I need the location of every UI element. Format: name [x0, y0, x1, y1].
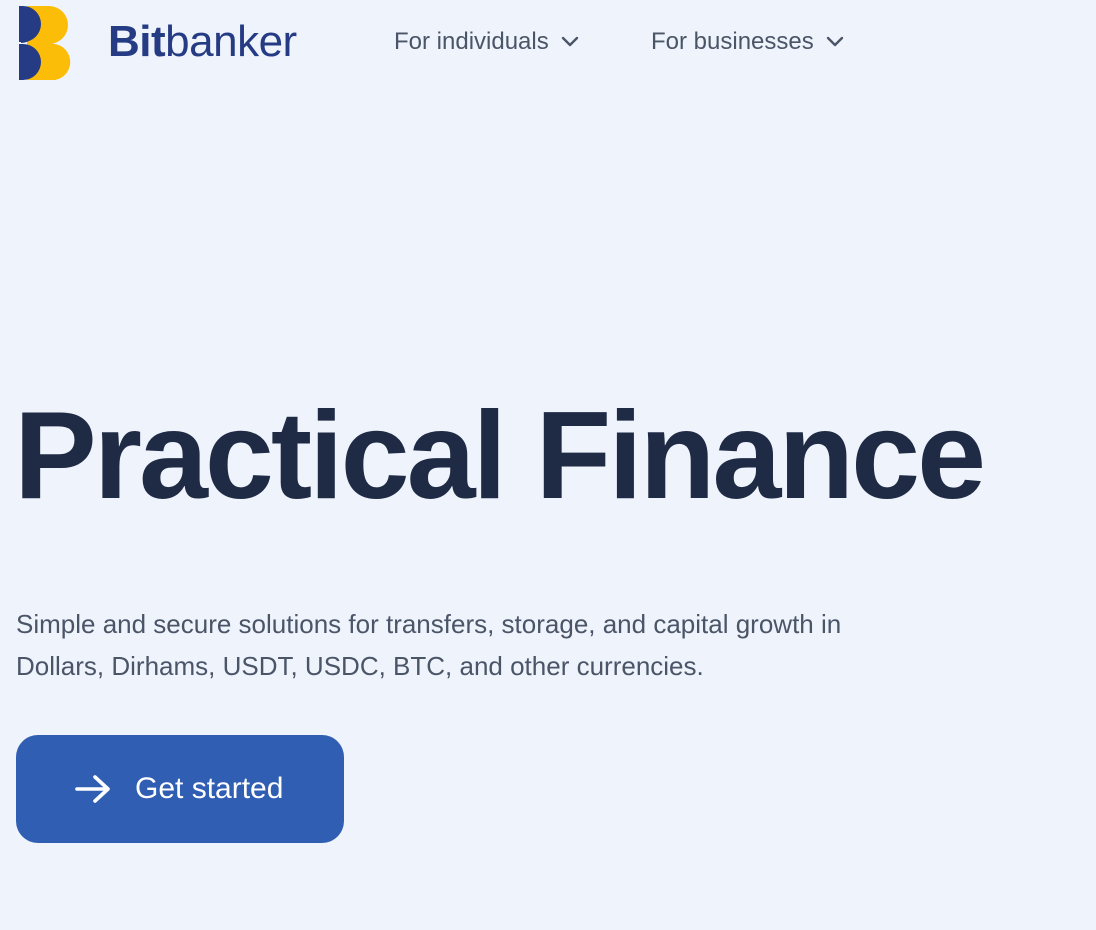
get-started-button[interactable]: Get started — [16, 735, 344, 843]
nav-for-individuals[interactable]: For individuals — [394, 28, 579, 56]
nav-for-businesses-label: For businesses — [651, 28, 814, 55]
get-started-label: Get started — [135, 772, 284, 805]
chevron-down-icon — [826, 36, 843, 47]
nav-for-businesses[interactable]: For businesses — [651, 28, 844, 56]
arrow-right-icon — [75, 775, 110, 803]
logo-link[interactable]: Bitbanker — [19, 6, 297, 80]
nav-for-individuals-label: For individuals — [394, 28, 549, 55]
site-header: Bitbanker For individuals For businesses — [0, 0, 1096, 86]
chevron-down-icon — [561, 36, 578, 47]
brand-wordmark: Bitbanker — [108, 20, 297, 64]
brand-name-bold: Bit — [108, 17, 166, 66]
hero-subtitle: Simple and secure solutions for transfer… — [16, 609, 842, 681]
brand-name-regular: banker — [165, 17, 297, 66]
hero-title: Practical Finance — [14, 387, 986, 525]
bitbanker-logo-icon — [19, 6, 71, 80]
